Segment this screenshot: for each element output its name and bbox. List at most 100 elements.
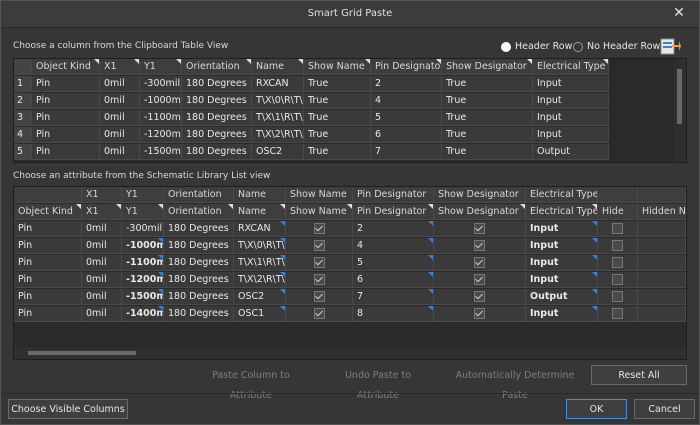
- clipboard-cell[interactable]: -1500mil: [140, 144, 182, 160]
- clipboard-cell[interactable]: RXCAN: [252, 76, 304, 92]
- attribute-column-header[interactable]: Y1: [122, 204, 164, 220]
- y1-cell[interactable]: -1500mil: [122, 289, 164, 305]
- checkbox-unchecked-icon[interactable]: [612, 291, 623, 302]
- clipboard-cell[interactable]: 2: [371, 76, 442, 92]
- attribute-column-header[interactable]: Object Kind: [14, 204, 82, 220]
- hide-cell[interactable]: [598, 306, 638, 322]
- x1-cell[interactable]: 0mil: [82, 238, 122, 254]
- clipboard-cell[interactable]: 7: [371, 144, 442, 160]
- clipboard-table[interactable]: Object Kind X1 Y1 Orientation Name Show Name P…: [13, 58, 687, 163]
- orientation-cell[interactable]: 180 Degrees: [164, 255, 234, 271]
- show-name-cell[interactable]: [286, 255, 353, 271]
- clipboard-cell[interactable]: -1200mil: [140, 127, 182, 143]
- clipboard-table-row[interactable]: 5 Pin 0mil -1500mil 180 Degrees OSC2 True 7 True…: [14, 144, 609, 160]
- hide-cell[interactable]: [598, 272, 638, 288]
- electrical-type-cell[interactable]: Input: [526, 306, 598, 322]
- x1-cell[interactable]: 0mil: [82, 272, 122, 288]
- show-designator-cell[interactable]: [434, 272, 526, 288]
- hidden-net-cell[interactable]: [638, 289, 686, 305]
- attribute-column-header[interactable]: Show Name: [286, 204, 353, 220]
- show-name-cell[interactable]: [286, 272, 353, 288]
- name-cell[interactable]: T\X\1\R\T\S\: [234, 255, 286, 271]
- pin-designator-cell[interactable]: 2: [353, 221, 434, 237]
- clipboard-cell[interactable]: True: [304, 76, 371, 92]
- checkbox-checked-icon[interactable]: [313, 223, 325, 234]
- attribute-column-header[interactable]: Hide: [598, 204, 638, 220]
- name-cell[interactable]: RXCAN: [234, 221, 286, 237]
- reset-all-button[interactable]: Reset All: [591, 365, 687, 385]
- clipboard-cell[interactable]: Input: [533, 127, 609, 143]
- checkbox-checked-icon[interactable]: [474, 257, 485, 268]
- clipboard-cell[interactable]: 180 Degrees: [182, 93, 252, 109]
- hidden-net-cell[interactable]: [638, 221, 686, 237]
- paste-column-button[interactable]: Paste Column to Attribute: [191, 365, 311, 401]
- pin-designator-cell[interactable]: 8: [353, 306, 434, 322]
- show-name-cell[interactable]: [286, 289, 353, 305]
- pin-designator-cell[interactable]: 6: [353, 272, 434, 288]
- object-kind-cell[interactable]: Pin: [14, 289, 82, 305]
- clipboard-column-header[interactable]: Y1: [140, 59, 182, 75]
- clipboard-column-header[interactable]: Name: [252, 59, 304, 75]
- clipboard-cell[interactable]: Pin: [32, 93, 100, 109]
- attribute-column-header[interactable]: Show Designator: [434, 204, 526, 220]
- clipboard-scroll-thumb[interactable]: [677, 69, 682, 124]
- schematic-table-row[interactable]: Pin0mil-1200mil180 DegreesT\X\2\R\T\S\ 6 I…: [14, 272, 686, 288]
- clipboard-cell[interactable]: 0mil: [100, 127, 140, 143]
- clipboard-cell[interactable]: T\X\0\R\T\S\: [252, 93, 304, 109]
- schematic-table-row[interactable]: Pin0mil-1400mil180 DegreesOSC1 8 Input: [14, 306, 686, 322]
- name-cell[interactable]: OSC2: [234, 289, 286, 305]
- checkbox-checked-icon[interactable]: [474, 291, 485, 302]
- schematic-scroll-thumb[interactable]: [28, 351, 136, 355]
- checkbox-checked-icon[interactable]: [313, 308, 325, 319]
- name-cell[interactable]: T\X\0\R\T\S\: [234, 238, 286, 254]
- clipboard-cell[interactable]: OSC2: [252, 144, 304, 160]
- clipboard-cell[interactable]: True: [442, 110, 533, 126]
- hide-cell[interactable]: [598, 238, 638, 254]
- x1-cell[interactable]: 0mil: [82, 255, 122, 271]
- clipboard-cell[interactable]: 4: [371, 93, 442, 109]
- y1-cell[interactable]: -300mil: [122, 221, 164, 237]
- hidden-net-cell[interactable]: [638, 306, 686, 322]
- schematic-table-row[interactable]: Pin0mil-1000mil180 DegreesT\X\0\R\T\S\ 4 I…: [14, 238, 686, 254]
- clipboard-cell[interactable]: True: [442, 93, 533, 109]
- orientation-cell[interactable]: 180 Degrees: [164, 306, 234, 322]
- clipboard-table-row[interactable]: 3Pin0mil-1100mil180 DegreesT\X\1\R\T\S\T…: [14, 110, 609, 126]
- y1-cell[interactable]: -1200mil: [122, 272, 164, 288]
- x1-cell[interactable]: 0mil: [82, 221, 122, 237]
- checkbox-checked-icon[interactable]: [474, 240, 485, 251]
- y1-cell[interactable]: -1000mil: [122, 238, 164, 254]
- electrical-type-cell[interactable]: Input: [526, 238, 598, 254]
- hide-cell[interactable]: [598, 221, 638, 237]
- clipboard-cell[interactable]: Pin: [32, 76, 100, 92]
- clipboard-cell[interactable]: True: [442, 76, 533, 92]
- show-name-cell[interactable]: [286, 238, 353, 254]
- show-name-cell[interactable]: [286, 221, 353, 237]
- show-name-cell[interactable]: [286, 306, 353, 322]
- cancel-button[interactable]: Cancel: [634, 399, 695, 419]
- clipboard-cell[interactable]: True: [304, 144, 371, 160]
- clipboard-column-header[interactable]: X1: [100, 59, 140, 75]
- schematic-table-row[interactable]: Pin0mil-1500mil180 DegreesOSC2 7 Output: [14, 289, 686, 305]
- no-header-row-radio[interactable]: No Header Row: [573, 41, 660, 52]
- close-icon[interactable]: ✕: [672, 6, 686, 20]
- show-designator-cell[interactable]: [434, 221, 526, 237]
- checkbox-checked-icon[interactable]: [313, 291, 325, 302]
- electrical-type-cell[interactable]: Input: [526, 255, 598, 271]
- show-designator-cell[interactable]: [434, 306, 526, 322]
- clipboard-cell[interactable]: -300mil: [140, 76, 182, 92]
- x1-cell[interactable]: 0mil: [82, 289, 122, 305]
- attribute-column-header[interactable]: Pin Designator: [353, 204, 434, 220]
- clipboard-cell[interactable]: 180 Degrees: [182, 76, 252, 92]
- clipboard-cell[interactable]: True: [442, 144, 533, 160]
- orientation-cell[interactable]: 180 Degrees: [164, 272, 234, 288]
- pin-designator-cell[interactable]: 7: [353, 289, 434, 305]
- clipboard-column-header[interactable]: Show Name: [304, 59, 371, 75]
- hidden-net-cell[interactable]: [638, 272, 686, 288]
- attribute-column-header[interactable]: Orientation: [164, 204, 234, 220]
- clipboard-cell[interactable]: Pin: [32, 144, 100, 160]
- clipboard-cell[interactable]: Pin: [32, 127, 100, 143]
- clipboard-column-header[interactable]: Show Designator: [442, 59, 533, 75]
- electrical-type-cell[interactable]: Output: [526, 289, 598, 305]
- clipboard-cell[interactable]: -1000mil: [140, 93, 182, 109]
- clipboard-cell[interactable]: 5: [371, 110, 442, 126]
